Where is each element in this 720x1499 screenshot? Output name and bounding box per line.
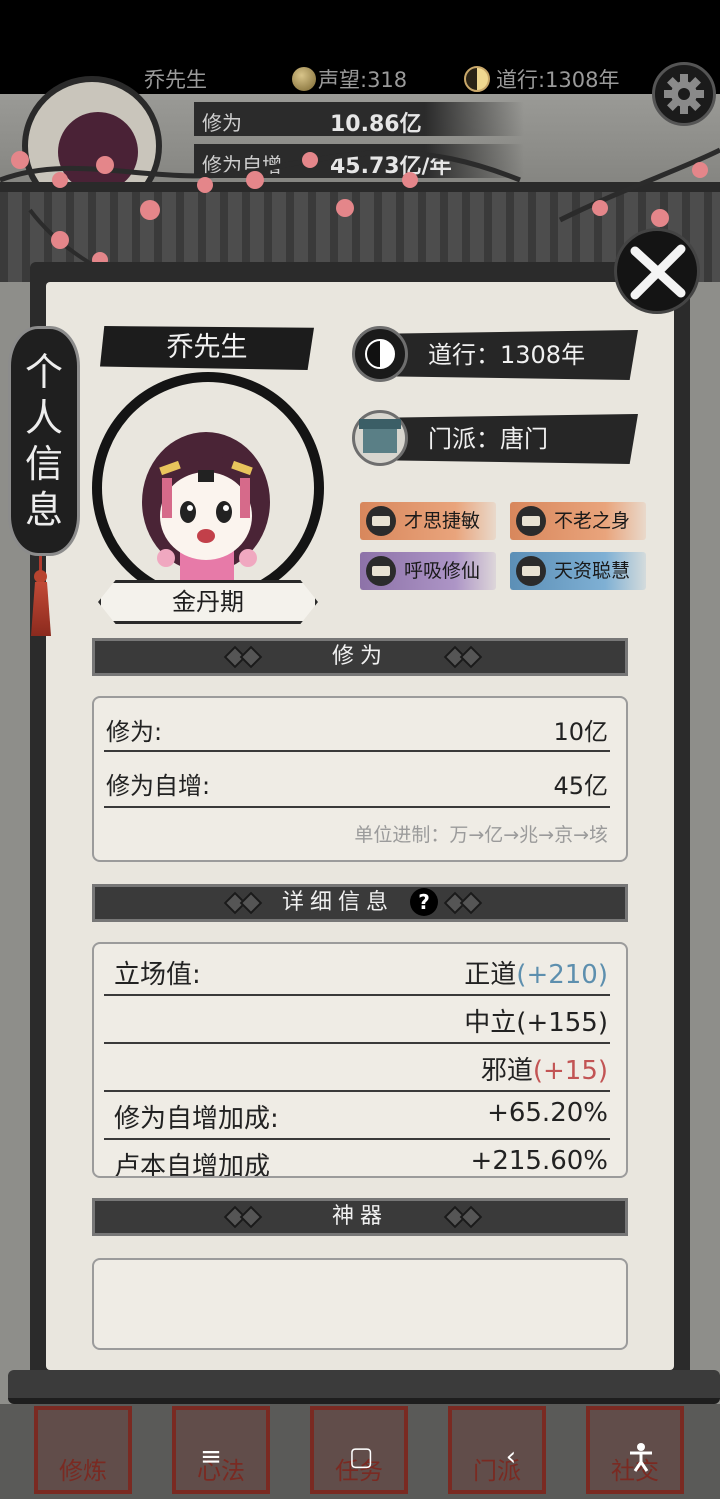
partial-label: 卢本自增加成 (114, 1152, 271, 1178)
stance-label: 立场值: (114, 960, 201, 990)
trait-badge[interactable]: 呼吸修仙 (360, 552, 496, 590)
cultivation-box: 修为: 10亿 修为自增: 45亿 单位进制：万→亿→兆→京→垓 (92, 696, 628, 862)
nav-tab-cultivate[interactable]: 修炼 (34, 1406, 132, 1494)
accessibility-icon[interactable] (626, 1442, 656, 1472)
sect-text: 门派：唐门 (428, 425, 548, 453)
yin-yang-icon (352, 326, 408, 382)
close-icon[interactable] (614, 228, 700, 314)
hud-reputation: 声望:318 (292, 64, 407, 94)
hud-reputation-text: 声望:318 (318, 68, 408, 92)
divider (104, 1042, 610, 1044)
cultivation-header: 修为 (92, 638, 628, 676)
unit-note: 单位进制：万→亿→兆→京→垓 (354, 824, 608, 846)
scroll-rod (8, 1370, 720, 1404)
stance-evil: 邪道(+15) (480, 1056, 608, 1086)
scroll-icon (366, 506, 396, 536)
daoxing-text: 道行：1308年 (428, 341, 586, 369)
panel-title-char: 息 (24, 488, 63, 532)
trait-label: 天资聪慧 (554, 560, 631, 582)
artifact-header: 神器 (92, 1198, 628, 1236)
row-label: 修为自增: (106, 772, 211, 800)
artifact-box[interactable] (92, 1258, 628, 1350)
divider (104, 994, 610, 996)
hud-cultivation-label: 修为 (202, 111, 242, 135)
character-name: 乔先生 (100, 326, 314, 370)
growth-bonus-value: +65.20% (487, 1098, 608, 1128)
coin-icon (292, 67, 316, 91)
scroll-icon (366, 556, 396, 586)
yin-yang-icon (464, 66, 490, 92)
hud-daoxing: 道行:1308年 (464, 64, 620, 94)
divider (104, 806, 610, 808)
trait-label: 不老之身 (554, 510, 631, 532)
divider (104, 1090, 610, 1092)
status-bar (0, 0, 720, 62)
partial-value: +215.60% (470, 1146, 608, 1176)
hud-cultivation-value: 10.86亿 (330, 112, 422, 137)
scroll-icon (516, 506, 546, 536)
settings-gear-icon[interactable] (652, 62, 716, 126)
stance-righteous: 正道(+210) (464, 960, 608, 990)
hud-auto-growth-value: 45.73亿/年 (330, 154, 452, 179)
divider (104, 750, 610, 752)
stance-neutral: 中立(+155) (464, 1008, 608, 1038)
sect-building-icon (352, 410, 408, 466)
hud-daoxing-text: 道行:1308年 (496, 68, 620, 92)
trait-label: 呼吸修仙 (404, 560, 481, 582)
details-header: 详细信息? (92, 884, 628, 922)
trait-badge[interactable]: 天资聪慧 (510, 552, 646, 590)
home-icon[interactable]: ▢ (346, 1442, 376, 1472)
divider (104, 1138, 610, 1140)
nav-tab-label: 修炼 (59, 1457, 107, 1485)
cultivation-header-text: 修为 (331, 644, 388, 669)
tassel-knot (34, 570, 47, 583)
panel-title-char: 个 (24, 350, 63, 394)
help-icon[interactable]: ? (410, 888, 438, 916)
details-header-text: 详细信息 (281, 890, 394, 915)
row-value: 10亿 (553, 718, 608, 746)
trait-label: 才思捷敏 (404, 510, 481, 532)
row-label: 修为: (106, 718, 163, 746)
character-portrait (92, 372, 324, 604)
scroll-icon (516, 556, 546, 586)
hud-player-name: 乔先生 (144, 68, 207, 92)
details-box[interactable]: 立场值: 正道(+210) 中立(+155) 邪道(+15) 修为自增加成: +… (92, 942, 628, 1178)
trait-badge[interactable]: 不老之身 (510, 502, 646, 540)
panel-title-char: 人 (24, 396, 63, 440)
panel-title-plaque: 个 人 信 息 (8, 326, 80, 556)
hud-auto-growth-bar: 修为自增 45.73亿/年 (194, 144, 524, 179)
panel-title-char: 信 (24, 442, 63, 486)
hud-cultivation-bar: 修为 10.86亿 (194, 102, 524, 137)
growth-bonus-label: 修为自增加成: (114, 1104, 279, 1134)
realm-label: 金丹期 (98, 580, 318, 624)
trait-badge[interactable]: 才思捷敏 (360, 502, 496, 540)
back-icon[interactable]: ‹ (496, 1442, 526, 1472)
hud-auto-growth-label: 修为自增 (202, 153, 282, 177)
artifact-header-text: 神器 (331, 1204, 388, 1229)
row-value: 45亿 (553, 772, 608, 800)
menu-icon[interactable]: ≡ (196, 1442, 226, 1472)
